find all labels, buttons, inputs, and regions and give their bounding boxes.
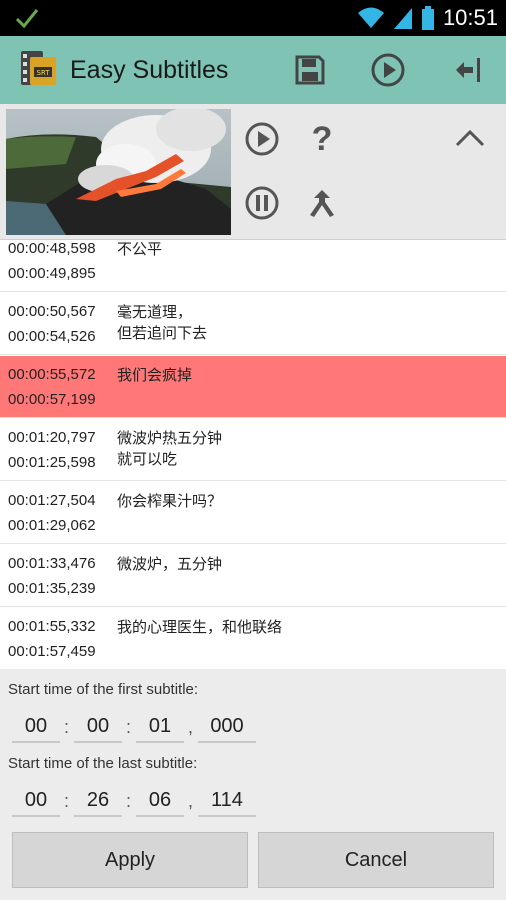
subtitle-text: 微波炉热五分钟 就可以吃 bbox=[117, 429, 223, 468]
cancel-button[interactable]: Cancel bbox=[258, 832, 494, 888]
end-time: 00:00:54,526 bbox=[8, 328, 96, 345]
subtitle-text: 不公平 bbox=[117, 241, 163, 258]
save-icon bbox=[295, 55, 325, 85]
wifi-icon bbox=[357, 7, 384, 28]
subtitle-text: 我们会疯掉 bbox=[117, 366, 193, 384]
play-icon bbox=[245, 122, 279, 156]
exit-button[interactable] bbox=[446, 49, 490, 91]
subtitle-list[interactable]: 00:00:48,598 00:00:49,895 不公平 00:00:50,567 0… bbox=[0, 241, 506, 669]
last-minutes-field[interactable]: 26 bbox=[74, 783, 122, 817]
video-panel: ? bbox=[0, 104, 506, 240]
subtitle-row[interactable]: 00:01:27,504 00:01:29,062 你会榨果汁吗？ bbox=[0, 482, 506, 544]
app-title: Easy Subtitles bbox=[70, 56, 229, 84]
check-icon bbox=[15, 9, 39, 29]
collapse-button[interactable] bbox=[449, 118, 491, 160]
start-time: 00:01:33,476 bbox=[8, 555, 96, 572]
first-minutes-field[interactable]: 00 bbox=[74, 709, 122, 743]
play-circle-icon bbox=[371, 53, 405, 87]
last-hours-field[interactable]: 00 bbox=[12, 783, 60, 817]
subtitle-row[interactable]: 00:00:48,598 00:00:49,895 不公平 bbox=[0, 241, 506, 292]
clock: 10:51 bbox=[442, 5, 498, 30]
subtitle-row[interactable]: 00:01:55,332 00:01:57,459 我的心理医生，和他联络 bbox=[0, 608, 506, 669]
help-icon: ? bbox=[311, 119, 333, 158]
end-time: 00:00:57,199 bbox=[8, 391, 96, 408]
start-time: 00:00:50,567 bbox=[8, 303, 96, 320]
apply-button[interactable]: Apply bbox=[12, 832, 248, 888]
app-logo-icon: SRT bbox=[21, 51, 56, 85]
volcano-image bbox=[6, 109, 231, 235]
subtitle-text: 你会榨果汁吗？ bbox=[117, 492, 223, 510]
end-time: 00:00:49,895 bbox=[8, 265, 96, 282]
subtitle-text: 毫无道理， 但若追问下去 bbox=[117, 303, 208, 342]
separator: : bbox=[126, 791, 132, 811]
save-button[interactable] bbox=[288, 49, 332, 91]
svg-text:SRT: SRT bbox=[36, 69, 50, 77]
end-time: 00:01:35,239 bbox=[8, 580, 96, 597]
last-milliseconds-field[interactable]: 114 bbox=[198, 783, 256, 817]
chevron-up-icon bbox=[455, 129, 485, 147]
first-seconds-field[interactable]: 01 bbox=[136, 709, 184, 743]
first-hours-field[interactable]: 00 bbox=[12, 709, 60, 743]
help-button[interactable]: ? bbox=[301, 118, 343, 160]
last-seconds-field[interactable]: 06 bbox=[136, 783, 184, 817]
first-subtitle-label: Start time of the first subtitle: bbox=[8, 681, 199, 698]
last-subtitle-label: Start time of the last subtitle: bbox=[8, 755, 198, 772]
subtitle-text: 微波炉，五分钟 bbox=[117, 555, 223, 573]
subtitle-row[interactable]: 00:01:20,797 00:01:25,598 微波炉热五分钟 就可以吃 bbox=[0, 419, 506, 481]
play-all-button[interactable] bbox=[366, 49, 410, 91]
subtitle-row[interactable]: 00:00:50,567 00:00:54,526 毫无道理， 但若追问下去 bbox=[0, 293, 506, 355]
merge-icon bbox=[310, 190, 334, 217]
pause-button[interactable] bbox=[241, 182, 283, 224]
first-milliseconds-field[interactable]: 000 bbox=[198, 709, 256, 743]
separator: : bbox=[64, 717, 70, 737]
start-time: 00:00:48,598 bbox=[8, 241, 96, 257]
pause-icon bbox=[245, 186, 279, 220]
start-time: 00:01:55,332 bbox=[8, 618, 96, 635]
merge-button[interactable] bbox=[301, 182, 343, 224]
video-preview[interactable] bbox=[6, 109, 231, 235]
separator: : bbox=[126, 717, 132, 737]
battery-icon bbox=[421, 6, 434, 30]
play-button[interactable] bbox=[241, 118, 283, 160]
start-time: 00:01:27,504 bbox=[8, 492, 96, 509]
end-time: 00:01:25,598 bbox=[8, 454, 96, 471]
signal-icon bbox=[393, 8, 412, 29]
separator: , bbox=[188, 791, 194, 811]
subtitle-text: 我的心理医生，和他联络 bbox=[117, 618, 283, 636]
exit-icon bbox=[456, 58, 480, 82]
separator: : bbox=[64, 791, 70, 811]
subtitle-row[interactable]: 00:00:55,572 00:00:57,199 我们会疯掉 bbox=[0, 356, 506, 418]
end-time: 00:01:57,459 bbox=[8, 643, 96, 660]
separator: , bbox=[188, 717, 194, 737]
action-bar: SRT Easy Subtitles bbox=[0, 36, 506, 104]
subtitle-row[interactable]: 00:01:33,476 00:01:35,239 微波炉，五分钟 bbox=[0, 545, 506, 607]
status-bar: 10:51 bbox=[0, 0, 506, 36]
end-time: 00:01:29,062 bbox=[8, 517, 96, 534]
start-time: 00:00:55,572 bbox=[8, 366, 96, 383]
start-time: 00:01:20,797 bbox=[8, 429, 96, 446]
time-adjust-panel: Start time of the first subtitle: 00 : 0… bbox=[0, 669, 506, 900]
